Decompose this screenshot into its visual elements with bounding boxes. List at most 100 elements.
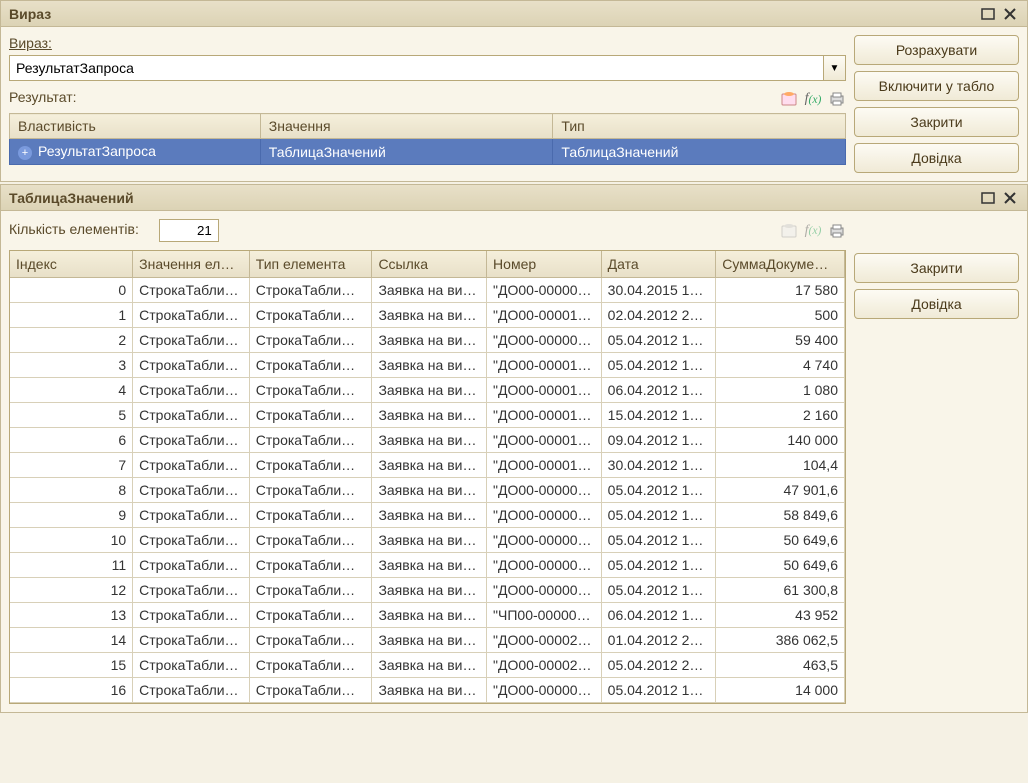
cell-sum: 386 062,5 bbox=[716, 628, 845, 653]
expression-label: Вираз: bbox=[9, 35, 846, 51]
col-number[interactable]: Номер bbox=[487, 251, 602, 278]
box-icon[interactable] bbox=[780, 90, 798, 108]
table-row[interactable]: 1 СтрокаТабли… СтрокаТабли… Заявка на ви… bbox=[10, 303, 845, 328]
cell-type: СтрокаТабли… bbox=[249, 628, 372, 653]
cell-sum: 140 000 bbox=[716, 428, 845, 453]
table-row[interactable]: 6 СтрокаТабли… СтрокаТабли… Заявка на ви… bbox=[10, 428, 845, 453]
cell-number: "ДО00-00001… bbox=[487, 303, 602, 328]
result-table: Властивість Значення Тип +РезультатЗапро… bbox=[9, 113, 846, 165]
cell-link: Заявка на ви… bbox=[372, 628, 487, 653]
cell-sum: 4 740 bbox=[716, 353, 845, 378]
cell-number: "ДО00-00002… bbox=[487, 628, 602, 653]
print-icon[interactable] bbox=[828, 222, 846, 240]
table-row[interactable]: 8 СтрокаТабли… СтрокаТабли… Заявка на ви… bbox=[10, 478, 845, 503]
grid-header-row: Індекс Значення ел… Тип елемента Ссылка … bbox=[10, 251, 845, 278]
cell-index: 1 bbox=[10, 303, 133, 328]
col-property[interactable]: Властивість bbox=[10, 114, 261, 139]
table-row[interactable]: 14 СтрокаТабли… СтрокаТабли… Заявка на в… bbox=[10, 628, 845, 653]
cell-date: 05.04.2012 1… bbox=[601, 553, 716, 578]
table-row[interactable]: 12 СтрокаТабли… СтрокаТабли… Заявка на в… bbox=[10, 578, 845, 603]
cell-link: Заявка на ви… bbox=[372, 303, 487, 328]
cell-index: 16 bbox=[10, 678, 133, 703]
close-button[interactable]: Закрити bbox=[854, 107, 1019, 137]
table-row[interactable]: 0 СтрокаТабли… СтрокаТабли… Заявка на ви… bbox=[10, 278, 845, 303]
cell-index: 3 bbox=[10, 353, 133, 378]
cell-value: СтрокаТабли… bbox=[133, 653, 250, 678]
col-type[interactable]: Тип bbox=[553, 114, 846, 139]
close-icon[interactable] bbox=[1001, 5, 1019, 23]
col-index[interactable]: Індекс bbox=[10, 251, 133, 278]
cell-index: 5 bbox=[10, 403, 133, 428]
cell-index: 12 bbox=[10, 578, 133, 603]
calculate-button[interactable]: Розрахувати bbox=[854, 35, 1019, 65]
function-icon[interactable]: f(x) bbox=[804, 90, 822, 108]
cell-link: Заявка на ви… bbox=[372, 278, 487, 303]
cell-link: Заявка на ви… bbox=[372, 453, 487, 478]
cell-date: 05.04.2012 1… bbox=[601, 353, 716, 378]
table-row[interactable]: 3 СтрокаТабли… СтрокаТабли… Заявка на ви… bbox=[10, 353, 845, 378]
cell-sum: 104,4 bbox=[716, 453, 845, 478]
cell-date: 01.04.2012 2… bbox=[601, 628, 716, 653]
cell-number: "ДО00-00002… bbox=[487, 653, 602, 678]
count-input[interactable] bbox=[159, 219, 219, 242]
col-value[interactable]: Значення bbox=[260, 114, 553, 139]
result-row-selected[interactable]: +РезультатЗапроса ТаблицаЗначений Таблиц… bbox=[10, 139, 846, 165]
cell-date: 30.04.2012 1… bbox=[601, 453, 716, 478]
help-button-2[interactable]: Довідка bbox=[854, 289, 1019, 319]
help-button[interactable]: Довідка bbox=[854, 143, 1019, 173]
cell-value: СтрокаТабли… bbox=[133, 503, 250, 528]
cell-value: СтрокаТабли… bbox=[133, 678, 250, 703]
table-row[interactable]: 10 СтрокаТабли… СтрокаТабли… Заявка на в… bbox=[10, 528, 845, 553]
cell-number: "ДО00-00000… bbox=[487, 678, 602, 703]
cell-link: Заявка на ви… bbox=[372, 603, 487, 628]
cell-type: СтрокаТабли… bbox=[249, 528, 372, 553]
cell-index: 9 bbox=[10, 503, 133, 528]
cell-link: Заявка на ви… bbox=[372, 578, 487, 603]
table-row[interactable]: 4 СтрокаТабли… СтрокаТабли… Заявка на ви… bbox=[10, 378, 845, 403]
cell-type: СтрокаТабли… bbox=[249, 303, 372, 328]
maximize-icon[interactable] bbox=[979, 5, 997, 23]
function-icon-disabled: f(x) bbox=[804, 222, 822, 240]
table-row[interactable]: 13 СтрокаТабли… СтрокаТабли… Заявка на в… bbox=[10, 603, 845, 628]
cell-sum: 1 080 bbox=[716, 378, 845, 403]
table-row[interactable]: 11 СтрокаТабли… СтрокаТабли… Заявка на в… bbox=[10, 553, 845, 578]
table-row[interactable]: 16 СтрокаТабли… СтрокаТабли… Заявка на в… bbox=[10, 678, 845, 703]
cell-date: 06.04.2012 1… bbox=[601, 378, 716, 403]
dropdown-button[interactable]: ▼ bbox=[824, 55, 846, 81]
cell-date: 05.04.2012 1… bbox=[601, 503, 716, 528]
cell-type: ТаблицаЗначений bbox=[553, 139, 846, 165]
cell-number: "ДО00-00000… bbox=[487, 503, 602, 528]
col-date[interactable]: Дата bbox=[601, 251, 716, 278]
cell-date: 05.04.2012 1… bbox=[601, 328, 716, 353]
cell-link: Заявка на ви… bbox=[372, 653, 487, 678]
cell-type: СтрокаТабли… bbox=[249, 503, 372, 528]
table-row[interactable]: 7 СтрокаТабли… СтрокаТабли… Заявка на ви… bbox=[10, 453, 845, 478]
col-element-type[interactable]: Тип елемента bbox=[249, 251, 372, 278]
expand-icon[interactable]: + bbox=[18, 146, 32, 160]
cell-date: 05.04.2012 2… bbox=[601, 653, 716, 678]
col-link[interactable]: Ссылка bbox=[372, 251, 487, 278]
cell-value: СтрокаТабли… bbox=[133, 528, 250, 553]
cell-value: СтрокаТабли… bbox=[133, 378, 250, 403]
table-row[interactable]: 9 СтрокаТабли… СтрокаТабли… Заявка на ви… bbox=[10, 503, 845, 528]
close-icon[interactable] bbox=[1001, 189, 1019, 207]
cell-value: СтрокаТабли… bbox=[133, 428, 250, 453]
include-button[interactable]: Включити у табло bbox=[854, 71, 1019, 101]
cell-value: СтрокаТабли… bbox=[133, 578, 250, 603]
table-row[interactable]: 15 СтрокаТабли… СтрокаТабли… Заявка на в… bbox=[10, 653, 845, 678]
expression-input[interactable] bbox=[9, 55, 824, 81]
cell-index: 2 bbox=[10, 328, 133, 353]
table-row[interactable]: 5 СтрокаТабли… СтрокаТабли… Заявка на ви… bbox=[10, 403, 845, 428]
col-sum[interactable]: СуммаДокуме… bbox=[716, 251, 845, 278]
cell-number: "ДО00-00001… bbox=[487, 403, 602, 428]
table-row[interactable]: 2 СтрокаТабли… СтрокаТабли… Заявка на ви… bbox=[10, 328, 845, 353]
col-element-value[interactable]: Значення ел… bbox=[133, 251, 250, 278]
print-icon[interactable] bbox=[828, 90, 846, 108]
cell-index: 15 bbox=[10, 653, 133, 678]
maximize-icon[interactable] bbox=[979, 189, 997, 207]
cell-type: СтрокаТабли… bbox=[249, 378, 372, 403]
close-button-2[interactable]: Закрити bbox=[854, 253, 1019, 283]
cell-sum: 14 000 bbox=[716, 678, 845, 703]
cell-value: СтрокаТабли… bbox=[133, 403, 250, 428]
cell-index: 8 bbox=[10, 478, 133, 503]
